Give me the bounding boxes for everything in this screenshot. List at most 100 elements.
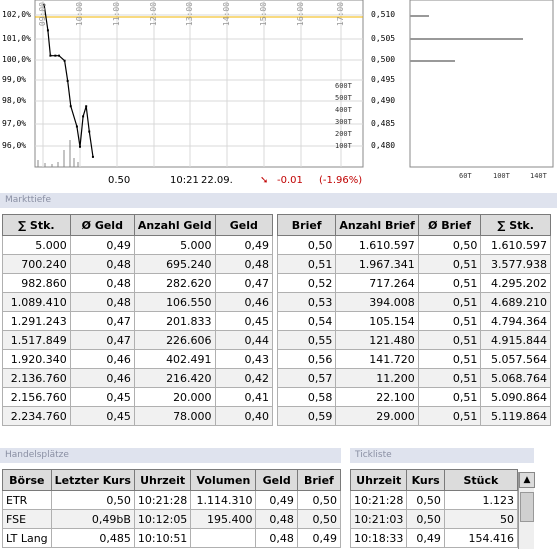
column-header[interactable]: Kurs (406, 469, 445, 491)
table-cell: 0,54 (276, 311, 337, 331)
table-cell: 0,46 (69, 349, 135, 369)
time-axis-tick: 13:00 (185, 2, 194, 27)
table-cell: 717.264 (335, 273, 419, 293)
price-point (88, 130, 91, 133)
volume-axis-tick: 300T (335, 118, 352, 126)
column-header[interactable]: Uhrzeit (133, 469, 192, 491)
table-cell: 0,48 (255, 509, 298, 529)
table-row: 0,58 22.100 0,51 5.090.864 (276, 387, 551, 407)
column-header[interactable]: ∑ Stk. (480, 214, 551, 236)
table-cell: 0,45 (69, 387, 135, 407)
table-cell: 0,49 (214, 235, 274, 255)
table-row: 1.089.410 0,48 106.550 0,46 (2, 292, 274, 312)
column-header[interactable]: Uhrzeit (349, 469, 408, 491)
table-cell: 0,50 (406, 509, 445, 529)
table-cell: 5.000 (133, 235, 216, 255)
table-cell: 0,48 (69, 292, 135, 312)
column-header[interactable]: Brief (296, 469, 342, 491)
time-axis-tick: 14:00 (222, 2, 231, 27)
table-cell (190, 528, 257, 548)
table-row: 0,57 11.200 0,51 5.068.764 (276, 368, 551, 388)
column-header[interactable]: Anzahl Geld (133, 214, 216, 236)
table-cell: 0,51 (417, 368, 482, 388)
table-row: ETR 0,50 10:21:28 1.114.310 0,49 0,50 (2, 490, 342, 510)
bid-table: ∑ Stk. Ø Geld Anzahl Geld Geld 5.000 0,49 5.0… (2, 214, 274, 426)
table-cell: 1.920.340 (2, 349, 71, 369)
table-cell: 0,58 (276, 387, 337, 407)
table-cell: 282.620 (133, 273, 216, 293)
table-cell: 700.240 (2, 254, 71, 274)
time-axis-tick: 17:00 (336, 2, 345, 27)
tickliste-scrollbar[interactable]: ▲ (518, 472, 535, 549)
table-row: 1.920.340 0,46 402.491 0,43 (2, 349, 274, 369)
price-point (82, 115, 85, 118)
price-change-percent: (-1.96%) (319, 175, 363, 186)
column-header[interactable]: Ø Brief (417, 214, 482, 236)
column-header[interactable]: Geld (255, 469, 298, 491)
time-axis-tick: 09:00 (38, 2, 47, 27)
down-arrow-icon: ➘ (260, 175, 269, 186)
column-header[interactable]: Volumen (190, 469, 257, 491)
price-point (79, 145, 81, 148)
table-cell: 5.000 (2, 235, 71, 255)
scroll-thumb[interactable] (520, 492, 534, 522)
table-cell: LT Lang (2, 528, 52, 548)
handelsplaetze-header: Handelsplätze (0, 448, 341, 463)
price-point (63, 59, 66, 62)
price-point (54, 54, 57, 57)
column-header[interactable]: Börse (2, 469, 52, 491)
table-cell: 0,51 (417, 387, 482, 407)
table-cell: 0,485 (50, 528, 135, 548)
column-header[interactable]: ∑ Stk. (2, 214, 71, 236)
column-header[interactable]: Brief (276, 214, 337, 236)
right-axis-tick: 0,490 (371, 96, 396, 105)
table-cell: 0,46 (214, 292, 274, 312)
table-cell: 5.057.564 (480, 349, 551, 369)
right-axis-tick: 0,485 (371, 119, 396, 128)
table-cell: 0,48 (69, 254, 135, 274)
time-axis-tick: 16:00 (296, 2, 305, 27)
price-point (75, 125, 78, 128)
quote-time: 10:21 (170, 175, 199, 186)
column-header[interactable]: Ø Geld (69, 214, 135, 236)
table-cell: 5.090.864 (480, 387, 551, 407)
table-row: 0,56 141.720 0,51 5.057.564 (276, 349, 551, 369)
table-cell: 0,59 (276, 406, 337, 426)
table-cell: 195.400 (190, 509, 257, 529)
table-row: LT Lang 0,485 10:10:51 0,48 0,49 (2, 528, 342, 548)
table-cell: 0,49 (296, 528, 342, 548)
table-cell: 0,49 (406, 528, 445, 548)
table-cell: 4.794.364 (480, 311, 551, 331)
table-cell: 22.100 (335, 387, 419, 407)
table-row: 1.517.849 0,47 226.606 0,44 (2, 330, 274, 350)
column-header[interactable]: Stück (443, 469, 519, 491)
column-header[interactable]: Anzahl Brief (335, 214, 419, 236)
table-cell: FSE (2, 509, 52, 529)
table-row: 982.860 0,48 282.620 0,47 (2, 273, 274, 293)
left-axis-tick: 101,0% (2, 34, 31, 43)
right-axis-tick: 0,510 (371, 10, 396, 19)
price-change: -0.01 (277, 175, 303, 186)
table-cell: 0,41 (214, 387, 274, 407)
column-header[interactable]: Letzter Kurs (50, 469, 135, 491)
table-cell: 2.136.760 (2, 368, 71, 388)
table-cell: 0,51 (417, 273, 482, 293)
left-axis-tick: 97,0% (2, 119, 27, 128)
table-cell: 226.606 (133, 330, 216, 350)
table-cell: 1.610.597 (335, 235, 419, 255)
table-row: 10:21:03 0,50 50 (349, 509, 519, 529)
tick-table: Uhrzeit Kurs Stück 10:21:28 0,50 1.123 10:21:… (349, 469, 519, 548)
chart-canvas (34, 0, 554, 168)
table-cell: 1.610.597 (480, 235, 551, 255)
table-cell: 0,53 (276, 292, 337, 312)
scroll-up-icon[interactable]: ▲ (519, 472, 535, 488)
table-cell: 0,57 (276, 368, 337, 388)
table-cell: 0,44 (214, 330, 274, 350)
column-header[interactable]: Geld (214, 214, 274, 236)
table-cell: 0,49 (69, 235, 135, 255)
table-cell: 0,50 (296, 509, 342, 529)
venue-table: Börse Letzter Kurs Uhrzeit Volumen Geld Brief… (2, 469, 342, 548)
table-cell: 0,51 (276, 254, 337, 274)
table-cell: 10:21:28 (349, 490, 408, 510)
table-row: 1.291.243 0,47 201.833 0,45 (2, 311, 274, 331)
